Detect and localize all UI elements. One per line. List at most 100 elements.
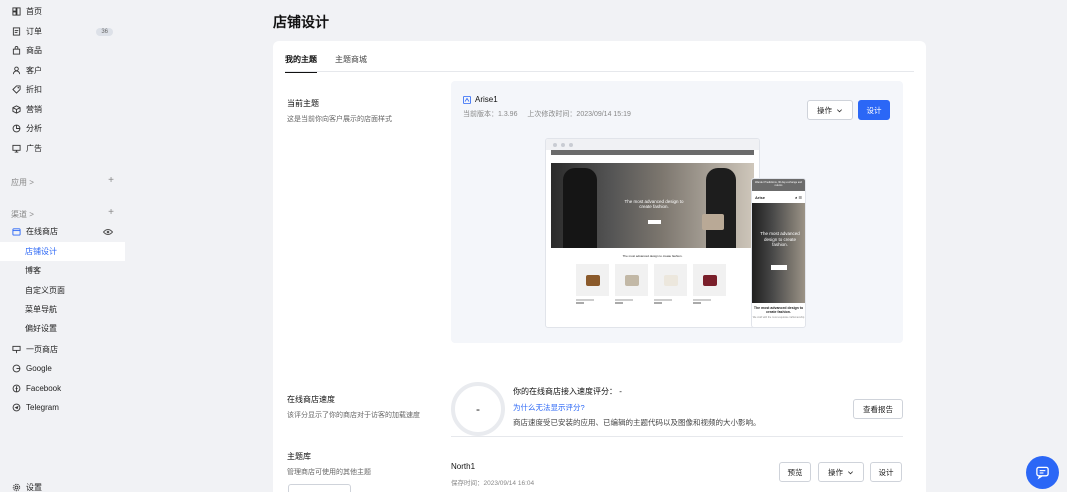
channels-section[interactable]: 渠道 > + bbox=[11, 208, 114, 220]
sidebar-item-telegram[interactable]: Telegram bbox=[0, 398, 125, 417]
mobile-hero: The most advanced design to create fashi… bbox=[752, 203, 805, 303]
ads-icon bbox=[11, 144, 21, 154]
sidebar-item-label: 分析 bbox=[26, 124, 42, 133]
speed-desc: 该评分显示了你的商店对于访客的加载速度 bbox=[287, 412, 420, 419]
eye-icon[interactable] bbox=[103, 228, 113, 236]
preview-products bbox=[546, 258, 759, 304]
sidebar-item-label: 在线商店 bbox=[26, 227, 58, 236]
add-theme-button[interactable] bbox=[288, 484, 351, 492]
sidebar-item-label: 订单 bbox=[26, 27, 42, 36]
theme-design-button[interactable]: 设计 bbox=[858, 100, 890, 120]
library-title: 主题库 bbox=[287, 452, 311, 461]
sidebar-subitem-menu-nav[interactable]: 菜单导航 bbox=[0, 300, 125, 319]
sidebar-item-home[interactable]: 首页 bbox=[0, 2, 125, 21]
sidebar-item-label: Google bbox=[26, 364, 52, 373]
theme-actions-button[interactable]: 操作 bbox=[807, 100, 853, 120]
apps-section-label: 应用 > bbox=[11, 178, 34, 187]
sidebar-item-google[interactable]: Google bbox=[0, 359, 125, 378]
telegram-icon bbox=[11, 403, 21, 413]
product-bag-image bbox=[702, 274, 717, 286]
mobile-header-icons: ⌕ ☰ bbox=[795, 194, 802, 200]
sidebar-item-analytics[interactable]: 分析 bbox=[0, 119, 125, 138]
theme-card: 我的主题 主题商城 当前主题 这是当前你向客户展示的店面样式 Arise1 当前… bbox=[273, 41, 926, 492]
preview-hero-button bbox=[648, 220, 661, 224]
mobile-caption: The most advanced design to create fashi… bbox=[753, 306, 804, 314]
sidebar-subitem-custom-pages[interactable]: 自定义页面 bbox=[0, 281, 125, 300]
sidebar-item-label: 首页 bbox=[26, 7, 42, 16]
current-theme-desc: 这是当前你向客户展示的店面样式 bbox=[287, 116, 392, 123]
library-theme-meta: 保存时间：2023/09/14 16:04 bbox=[451, 480, 535, 487]
theme-version: 当前版本：1.3.96 bbox=[463, 111, 518, 118]
product-bag-image bbox=[663, 274, 678, 286]
orders-count-badge: 36 bbox=[96, 27, 113, 36]
speed-score-gauge: - bbox=[451, 382, 505, 436]
sidebar-item-label: 设置 bbox=[26, 483, 42, 492]
sidebar-item-facebook[interactable]: Facebook bbox=[0, 379, 125, 398]
chat-icon bbox=[1036, 466, 1049, 480]
bag-icon bbox=[11, 46, 21, 56]
theme-meta: 当前版本：1.3.96 上次修改时间：2023/09/14 15:19 bbox=[463, 109, 639, 119]
one-page-icon bbox=[11, 345, 21, 355]
chevron-down-icon bbox=[837, 108, 842, 112]
speed-title: 在线商店速度 bbox=[287, 395, 335, 404]
store-icon bbox=[11, 227, 21, 237]
sidebar-item-label: 商品 bbox=[26, 46, 42, 55]
desktop-preview: The most advanced design to create fashi… bbox=[545, 138, 760, 328]
theme-name: Arise1 bbox=[463, 95, 498, 104]
sidebar-subitem-store-design[interactable]: 店铺设计 bbox=[0, 242, 125, 261]
sidebar-item-online-store[interactable]: 在线商店 bbox=[0, 222, 125, 241]
library-design-button[interactable]: 设计 bbox=[870, 462, 902, 482]
preview-model-figure bbox=[706, 168, 736, 248]
apps-section[interactable]: 应用 > + bbox=[11, 176, 114, 188]
library-actions-button[interactable]: 操作 bbox=[818, 462, 864, 482]
sidebar-item-label: 一页商店 bbox=[26, 345, 58, 354]
theme-icon bbox=[463, 95, 471, 104]
sidebar-item-label: 客户 bbox=[26, 66, 42, 75]
mobile-hero-button bbox=[771, 265, 787, 270]
add-app-plus-icon[interactable]: + bbox=[108, 176, 114, 188]
add-channel-plus-icon[interactable]: + bbox=[108, 208, 114, 220]
sidebar-item-products[interactable]: 商品 bbox=[0, 41, 125, 60]
tag-icon bbox=[11, 85, 21, 95]
mobile-brand: Arise bbox=[755, 194, 766, 200]
sidebar-item-ads[interactable]: 广告 bbox=[0, 139, 125, 158]
preview-product bbox=[693, 264, 726, 304]
preview-product bbox=[615, 264, 648, 304]
preview-bag bbox=[702, 214, 724, 230]
sidebar-item-marketing[interactable]: 营销 bbox=[0, 100, 125, 119]
library-theme-name: North1 bbox=[451, 462, 476, 471]
sidebar-item-label: 折扣 bbox=[26, 85, 42, 94]
preview-product bbox=[654, 264, 687, 304]
sidebar-subitem-label: 偏好设置 bbox=[25, 324, 57, 333]
user-icon bbox=[11, 66, 21, 76]
home-icon bbox=[11, 7, 21, 17]
view-report-button[interactable]: 查看报告 bbox=[853, 399, 903, 419]
product-bag-image bbox=[624, 274, 639, 286]
sidebar-item-discounts[interactable]: 折扣 bbox=[0, 80, 125, 99]
preview-model-figure bbox=[563, 168, 597, 248]
sidebar-item-customers[interactable]: 客户 bbox=[0, 61, 125, 80]
gear-icon bbox=[11, 483, 21, 492]
marketing-icon bbox=[11, 105, 21, 115]
why-no-score-link[interactable]: 为什么无法显示评分? bbox=[513, 402, 585, 413]
product-bag-image bbox=[585, 274, 600, 286]
tabs-divider bbox=[285, 71, 914, 72]
theme-modified: 上次修改时间：2023/09/14 15:19 bbox=[527, 111, 631, 118]
preview-product bbox=[576, 264, 609, 304]
sidebar-item-label: 营销 bbox=[26, 105, 42, 114]
sidebar-subitem-preferences[interactable]: 偏好设置 bbox=[0, 319, 125, 338]
google-icon bbox=[11, 364, 21, 374]
mobile-caption-sub: We craft with the most exquisite craftsm… bbox=[752, 316, 805, 319]
sidebar-item-one-page-store[interactable]: 一页商店 bbox=[0, 340, 125, 359]
theme-actions-label: 操作 bbox=[817, 105, 832, 115]
library-preview-button[interactable]: 预览 bbox=[779, 462, 811, 482]
chat-support-button[interactable] bbox=[1026, 456, 1059, 489]
sidebar-subitem-blog[interactable]: 博客 bbox=[0, 261, 125, 280]
current-theme-title: 当前主题 bbox=[287, 99, 319, 108]
sidebar-item-settings[interactable]: 设置 bbox=[0, 478, 125, 492]
preview-hero-text: The most advanced design to create fashi… bbox=[624, 199, 684, 209]
orders-icon bbox=[11, 27, 21, 37]
sidebar-item-orders[interactable]: 订单 36 bbox=[0, 22, 125, 41]
chevron-down-icon bbox=[848, 470, 853, 474]
sidebar: 首页 订单 36 商品 客户 折扣 营销 分析 广告 应用 > + 渠道 > +… bbox=[0, 0, 125, 492]
